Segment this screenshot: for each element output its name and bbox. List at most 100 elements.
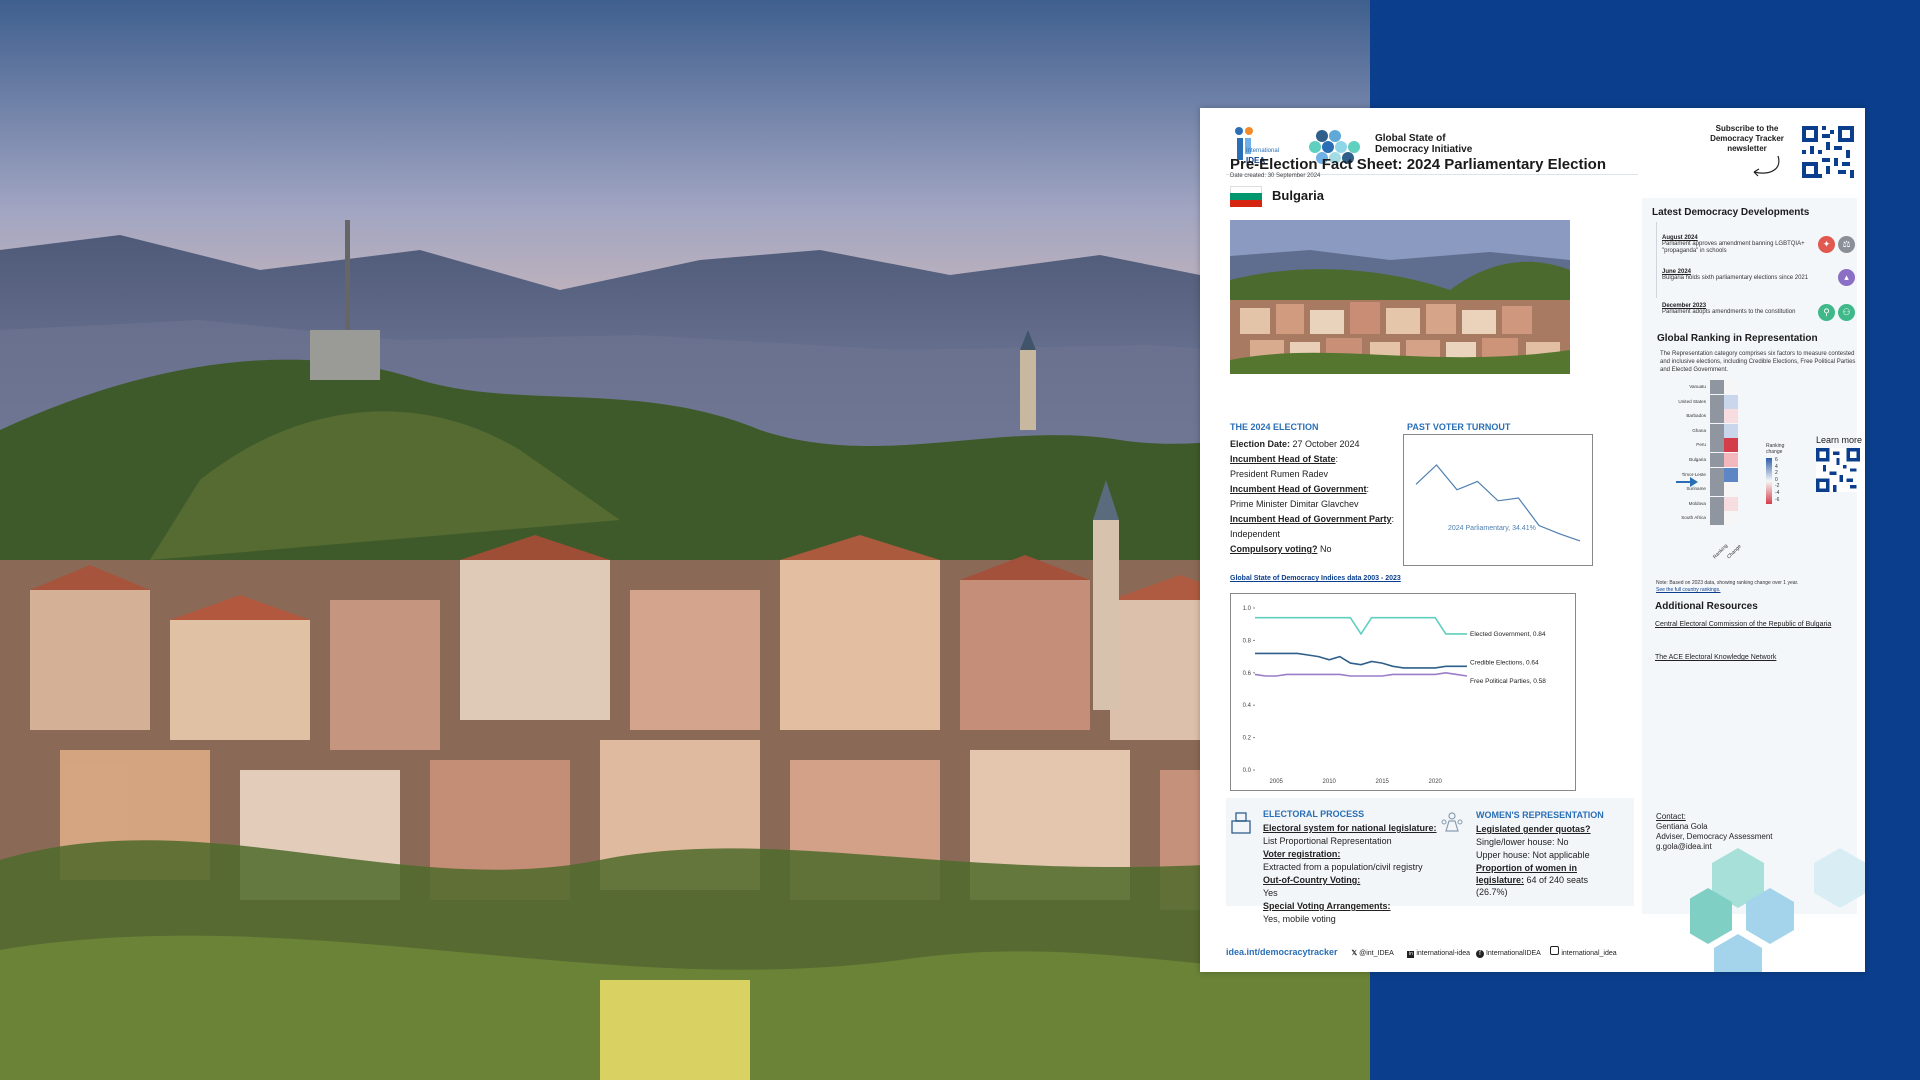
contact-block: Contact: Gentiana Gola Adviser, Democrac… bbox=[1656, 812, 1772, 852]
head-of-gov-row: Incumbent Head of Government: bbox=[1230, 484, 1370, 494]
head-of-state-row: Incumbent Head of State: bbox=[1230, 454, 1339, 464]
gender-quotas-label[interactable]: Legislated gender quotas? bbox=[1476, 823, 1606, 835]
ranking-cell bbox=[1710, 496, 1724, 511]
news-item-1[interactable]: August 2024 Parliament approves amendmen… bbox=[1662, 235, 1810, 255]
head-of-gov-value: Prime Minister Dimitar Glavchev bbox=[1230, 499, 1359, 509]
series-line-1 bbox=[1255, 616, 1467, 636]
additional-resources-heading: Additional Resources bbox=[1655, 601, 1758, 612]
news-item-2[interactable]: June 2024 Bulgaria holds sixth parliamen… bbox=[1662, 269, 1810, 282]
electoral-process-heading: ELECTORAL PROCESS bbox=[1263, 809, 1365, 819]
ranking-row: Moldova bbox=[1650, 496, 1760, 511]
head-of-gov-party-label[interactable]: Incumbent Head of Government Party bbox=[1230, 514, 1392, 524]
ranking-change-legend-bar bbox=[1766, 458, 1772, 504]
contact-name: Gentiana Gola bbox=[1656, 822, 1708, 831]
country-name: Bulgaria bbox=[1272, 188, 1325, 203]
electoral-system-label[interactable]: Electoral system for national legislatur… bbox=[1263, 822, 1453, 834]
ranking-cell bbox=[1710, 482, 1724, 497]
subscribe-text: Subscribe to the Democracy Tracker newsl… bbox=[1710, 124, 1784, 153]
head-of-state-label[interactable]: Incumbent Head of State bbox=[1230, 454, 1336, 464]
ranking-cell bbox=[1710, 409, 1724, 424]
ranking-country-label: Ghana bbox=[1692, 427, 1706, 433]
series-line-2 bbox=[1255, 652, 1467, 669]
footer-facebook[interactable]: InternationalIDEA bbox=[1486, 950, 1540, 957]
head-of-gov-party-row: Incumbent Head of Government Party: bbox=[1230, 514, 1395, 524]
ranking-cell bbox=[1710, 438, 1724, 453]
change-cell bbox=[1724, 394, 1738, 409]
idea-logo-line1: International bbox=[1246, 148, 1280, 154]
justice-icon: ⚖ bbox=[1838, 236, 1855, 253]
resource-link-cec[interactable]: Central Electoral Commission of the Repu… bbox=[1655, 620, 1855, 629]
election-date-row: Election Date: 27 October 2024 bbox=[1230, 438, 1430, 450]
legend-tick-label: -4 bbox=[1775, 489, 1780, 496]
ranking-country-label: United States bbox=[1678, 398, 1706, 404]
footer-x-handle[interactable]: @int_IDEA bbox=[1359, 950, 1393, 957]
head-of-gov-party-value: Independent bbox=[1230, 529, 1281, 539]
women-representation-details: Legislated gender quotas? Single/lower h… bbox=[1476, 823, 1606, 898]
country-photo bbox=[1230, 220, 1570, 374]
ranking-row: South Africa bbox=[1650, 511, 1760, 526]
ranking-cell bbox=[1710, 394, 1724, 409]
election-date-label: Election Date: bbox=[1230, 439, 1291, 449]
change-cell bbox=[1724, 467, 1738, 482]
ranking-cell bbox=[1710, 467, 1724, 482]
indices-chart: 0.0 0.2 0.4 0.6 0.8 1.0 2005 2010 2015 2020 Electe… bbox=[1230, 593, 1576, 791]
voter-registration-label[interactable]: Voter registration: bbox=[1263, 848, 1453, 860]
subscribe-qr-code[interactable] bbox=[1802, 126, 1854, 178]
series-label-2: Credible Elections, 0.64 bbox=[1470, 659, 1539, 666]
legend-tick-label: 2 bbox=[1775, 470, 1778, 477]
election-section-heading: THE 2024 ELECTION bbox=[1230, 422, 1319, 432]
single-lower-house: Single/lower house: No bbox=[1476, 837, 1569, 847]
compulsory-voting-value: No bbox=[1317, 544, 1332, 554]
rights-icon: ✦ bbox=[1818, 236, 1835, 253]
footer-url[interactable]: idea.int/democracytracker bbox=[1226, 947, 1338, 957]
page-title: Pre-Election Fact Sheet: 2024 Parliament… bbox=[1230, 156, 1606, 173]
special-voting-label[interactable]: Special Voting Arrangements: bbox=[1263, 900, 1453, 912]
gsod-logo-text: Global State of Democracy Initiative bbox=[1375, 133, 1472, 155]
ranking-row: Bulgaria bbox=[1650, 453, 1760, 467]
legend-tick-label: -6 bbox=[1775, 496, 1780, 503]
head-of-state-value: President Rumen Radev bbox=[1230, 469, 1329, 479]
out-of-country-label[interactable]: Out-of-Country Voting: bbox=[1263, 874, 1453, 886]
ranking-row: Barbados bbox=[1650, 409, 1760, 424]
timeline-line bbox=[1656, 222, 1657, 298]
head-of-gov-label[interactable]: Incumbent Head of Government bbox=[1230, 484, 1367, 494]
news-item-3[interactable]: December 2023 Parliament adopts amendmen… bbox=[1662, 303, 1810, 316]
ranking-description: The Representation category comprises si… bbox=[1660, 351, 1856, 373]
y-tick-label: 0.0 bbox=[1243, 768, 1252, 774]
ranking-country-label: Barbados bbox=[1686, 413, 1706, 419]
series-label-3: Free Political Parties, 0.58 bbox=[1470, 678, 1546, 685]
women-representation-icon bbox=[1440, 811, 1464, 840]
y-tick-label: 1.0 bbox=[1243, 606, 1252, 612]
compulsory-voting-row: Compulsory voting? No bbox=[1230, 543, 1430, 555]
footer-instagram[interactable]: international_idea bbox=[1561, 950, 1616, 957]
bulgaria-arrow-icon bbox=[1676, 474, 1700, 492]
women-proportion-row: Proportion of women in legislature: 64 o… bbox=[1476, 862, 1606, 898]
change-cell bbox=[1724, 438, 1738, 453]
indices-data-link[interactable]: Global State of Democracy Indices data 2… bbox=[1230, 575, 1401, 582]
ballot-icon: ▴ bbox=[1838, 269, 1855, 286]
people-icon: ⚇ bbox=[1838, 304, 1855, 321]
news-2-text: Bulgaria holds sixth parliamentary elect… bbox=[1662, 275, 1809, 281]
y-tick-label: 0.8 bbox=[1243, 638, 1252, 644]
change-cell bbox=[1724, 409, 1738, 424]
ranking-country-label: Bulgaria bbox=[1689, 457, 1706, 462]
ranking-row: Timor-Leste bbox=[1650, 467, 1760, 482]
ranking-cell bbox=[1710, 453, 1724, 467]
out-of-country-value: Yes bbox=[1263, 888, 1278, 898]
contact-label: Contact: bbox=[1656, 812, 1686, 821]
y-tick-label: 0.2 bbox=[1243, 736, 1252, 742]
contact-role: Adviser, Democracy Assessment bbox=[1656, 832, 1773, 841]
women-representation-heading: WOMEN'S REPRESENTATION bbox=[1476, 810, 1604, 820]
footer-linkedin[interactable]: international-idea bbox=[1416, 950, 1470, 957]
learn-more-label: Learn more bbox=[1816, 435, 1863, 445]
learn-more-qr-code[interactable] bbox=[1816, 448, 1860, 492]
ranking-country-label: Peru bbox=[1696, 442, 1706, 448]
full-rankings-link[interactable]: See the full country rankings. bbox=[1656, 587, 1720, 593]
legend-tick-label: 6 bbox=[1775, 457, 1778, 463]
electoral-system-value: List Proportional Representation bbox=[1263, 836, 1392, 846]
resource-link-ace[interactable]: The ACE Electoral Knowledge Network bbox=[1655, 654, 1776, 661]
ranking-cell bbox=[1710, 511, 1724, 526]
special-voting-value: Yes, mobile voting bbox=[1263, 914, 1336, 924]
compulsory-voting-label[interactable]: Compulsory voting? bbox=[1230, 544, 1318, 554]
series-label-1: Elected Government, 0.84 bbox=[1470, 631, 1546, 638]
